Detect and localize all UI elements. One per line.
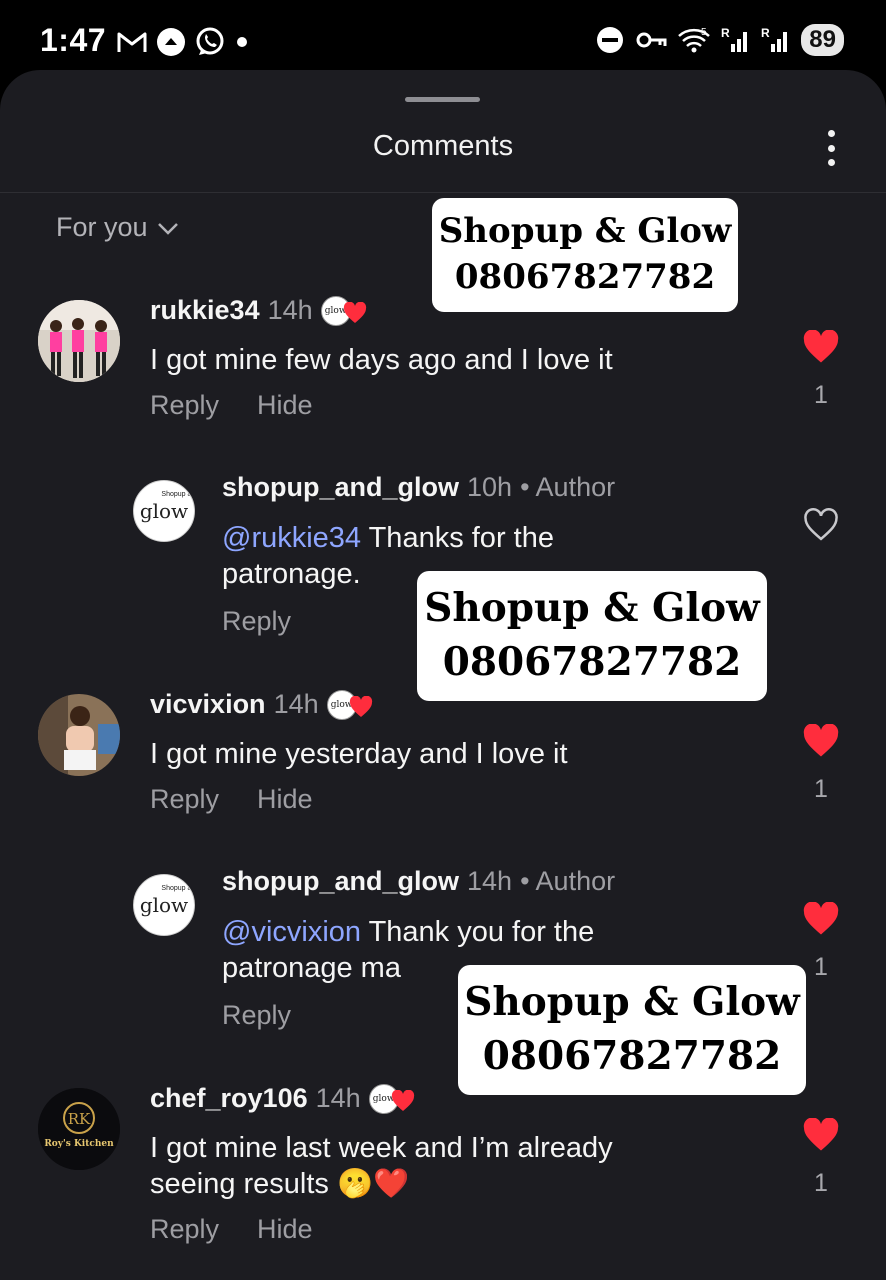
creator-liked-badge: glow [326, 688, 373, 720]
drag-handle[interactable] [405, 97, 480, 102]
glow-logo: Shopup & glow [139, 885, 193, 917]
wifi-icon: 5 [677, 26, 711, 54]
timestamp: 14h [315, 1082, 361, 1113]
hide-button[interactable]: Hide [257, 390, 313, 421]
system-icons: 5 R R 89 [595, 24, 844, 56]
gmail-icon [116, 29, 148, 55]
signal-icon: R [721, 26, 751, 54]
heart-filled-icon [802, 901, 840, 941]
username[interactable]: vicvixion [150, 689, 266, 720]
reply-button[interactable]: Reply [150, 784, 219, 815]
author-label: • Author [520, 866, 616, 896]
author-label: • Author [520, 472, 616, 502]
divider [0, 192, 886, 193]
comment-text: I got mine yesterday and I love it [150, 738, 568, 770]
avatar[interactable] [38, 694, 120, 776]
comment-actions: Reply [222, 606, 291, 637]
comments-sheet: Comments For you rukkie34 14h glow I got… [0, 70, 886, 1280]
more-dot [827, 130, 835, 137]
svg-text:R: R [761, 26, 770, 40]
heart-filled-icon [802, 723, 840, 763]
vpn-key-icon [635, 29, 667, 51]
more-options-button[interactable] [816, 128, 846, 168]
mention-link[interactable]: @rukkie34 [222, 522, 361, 554]
signal-icon: R [761, 26, 791, 54]
like-count: 1 [814, 953, 828, 981]
watermark-overlay: Shopup & Glow 08067827782 [432, 198, 738, 312]
whatsapp-icon [194, 26, 226, 58]
comment-actions: Reply Hide [150, 784, 313, 815]
sheet-title: Comments [372, 130, 514, 162]
dot-icon [234, 34, 250, 50]
glow-logo: Shopup & glow [139, 491, 193, 523]
chevron-down-icon [156, 212, 180, 243]
reply-button[interactable]: Reply [222, 606, 291, 637]
avatar[interactable] [38, 300, 120, 382]
creator-liked-badge: glow [368, 1082, 415, 1114]
heart-filled-icon [802, 1117, 840, 1157]
upload-icon [156, 27, 186, 57]
like-count: 1 [814, 381, 828, 409]
status-time: 1:47 [40, 22, 107, 58]
do-not-disturb-icon [595, 25, 625, 55]
svg-text:R: R [721, 26, 730, 40]
like-button[interactable]: 1 [801, 723, 841, 804]
like-count: 1 [814, 775, 828, 803]
heart-icon [349, 694, 373, 725]
battery-indicator: 89 [801, 24, 844, 56]
comment-header: shopup_and_glow 14h • Author [222, 866, 615, 897]
hide-button[interactable]: Hide [257, 784, 313, 815]
username[interactable]: shopup_and_glow [222, 472, 459, 503]
like-button[interactable]: 1 [801, 901, 841, 982]
sort-filter-dropdown[interactable]: For you [56, 212, 180, 243]
reply-button[interactable]: Reply [150, 390, 219, 421]
status-bar: 1:47 5 R R 89 [0, 0, 886, 72]
svg-text:RK: RK [68, 1110, 91, 1128]
watermark-overlay: Shopup & Glow 08067827782 [458, 965, 806, 1095]
like-count: 1 [814, 1169, 828, 1197]
reply-button[interactable]: Reply [222, 1000, 291, 1031]
mention-link[interactable]: @vicvixion [222, 916, 361, 948]
reply-button[interactable]: Reply [150, 1214, 219, 1245]
comment-actions: Reply [222, 1000, 291, 1031]
creator-liked-badge: glow [320, 294, 367, 326]
like-button[interactable]: 1 [801, 1117, 841, 1198]
hide-button[interactable]: Hide [257, 1214, 313, 1245]
avatar[interactable]: Shopup & glow [133, 480, 195, 542]
comment-header: shopup_and_glow 10h • Author [222, 472, 615, 503]
heart-outline-icon [802, 508, 840, 547]
avatar[interactable]: RK Roy's Kitchen [38, 1088, 120, 1170]
comment-actions: Reply Hide [150, 390, 313, 421]
comment-header: rukkie34 14h glow [150, 294, 367, 326]
comment-header: vicvixion 14h glow [150, 688, 373, 720]
username[interactable]: shopup_and_glow [222, 866, 459, 897]
comment-header: chef_roy106 14h glow [150, 1082, 415, 1114]
svg-text:5: 5 [701, 27, 707, 38]
comment-text: I got mine few days ago and I love it [150, 344, 613, 376]
timestamp: 14h [267, 294, 313, 325]
username[interactable]: rukkie34 [150, 295, 260, 326]
notification-icons [116, 26, 250, 58]
like-button[interactable] [801, 508, 841, 547]
heart-icon [343, 300, 367, 331]
timestamp: 14h [467, 866, 513, 896]
heart-icon [391, 1088, 415, 1119]
timestamp: 14h [273, 688, 319, 719]
svg-text:Roy's Kitchen: Roy's Kitchen [44, 1139, 114, 1149]
comment-actions: Reply Hide [150, 1214, 313, 1245]
like-button[interactable]: 1 [801, 329, 841, 410]
avatar[interactable]: Shopup & glow [133, 874, 195, 936]
more-dot [827, 144, 835, 152]
filter-label: For you [56, 212, 148, 242]
more-dot [827, 159, 835, 166]
comment-text: I got mine last week and I’m already see… [150, 1132, 613, 1200]
heart-filled-icon [802, 329, 840, 369]
timestamp: 10h [467, 472, 513, 502]
username[interactable]: chef_roy106 [150, 1083, 308, 1114]
watermark-overlay: Shopup & Glow 08067827782 [417, 571, 767, 701]
